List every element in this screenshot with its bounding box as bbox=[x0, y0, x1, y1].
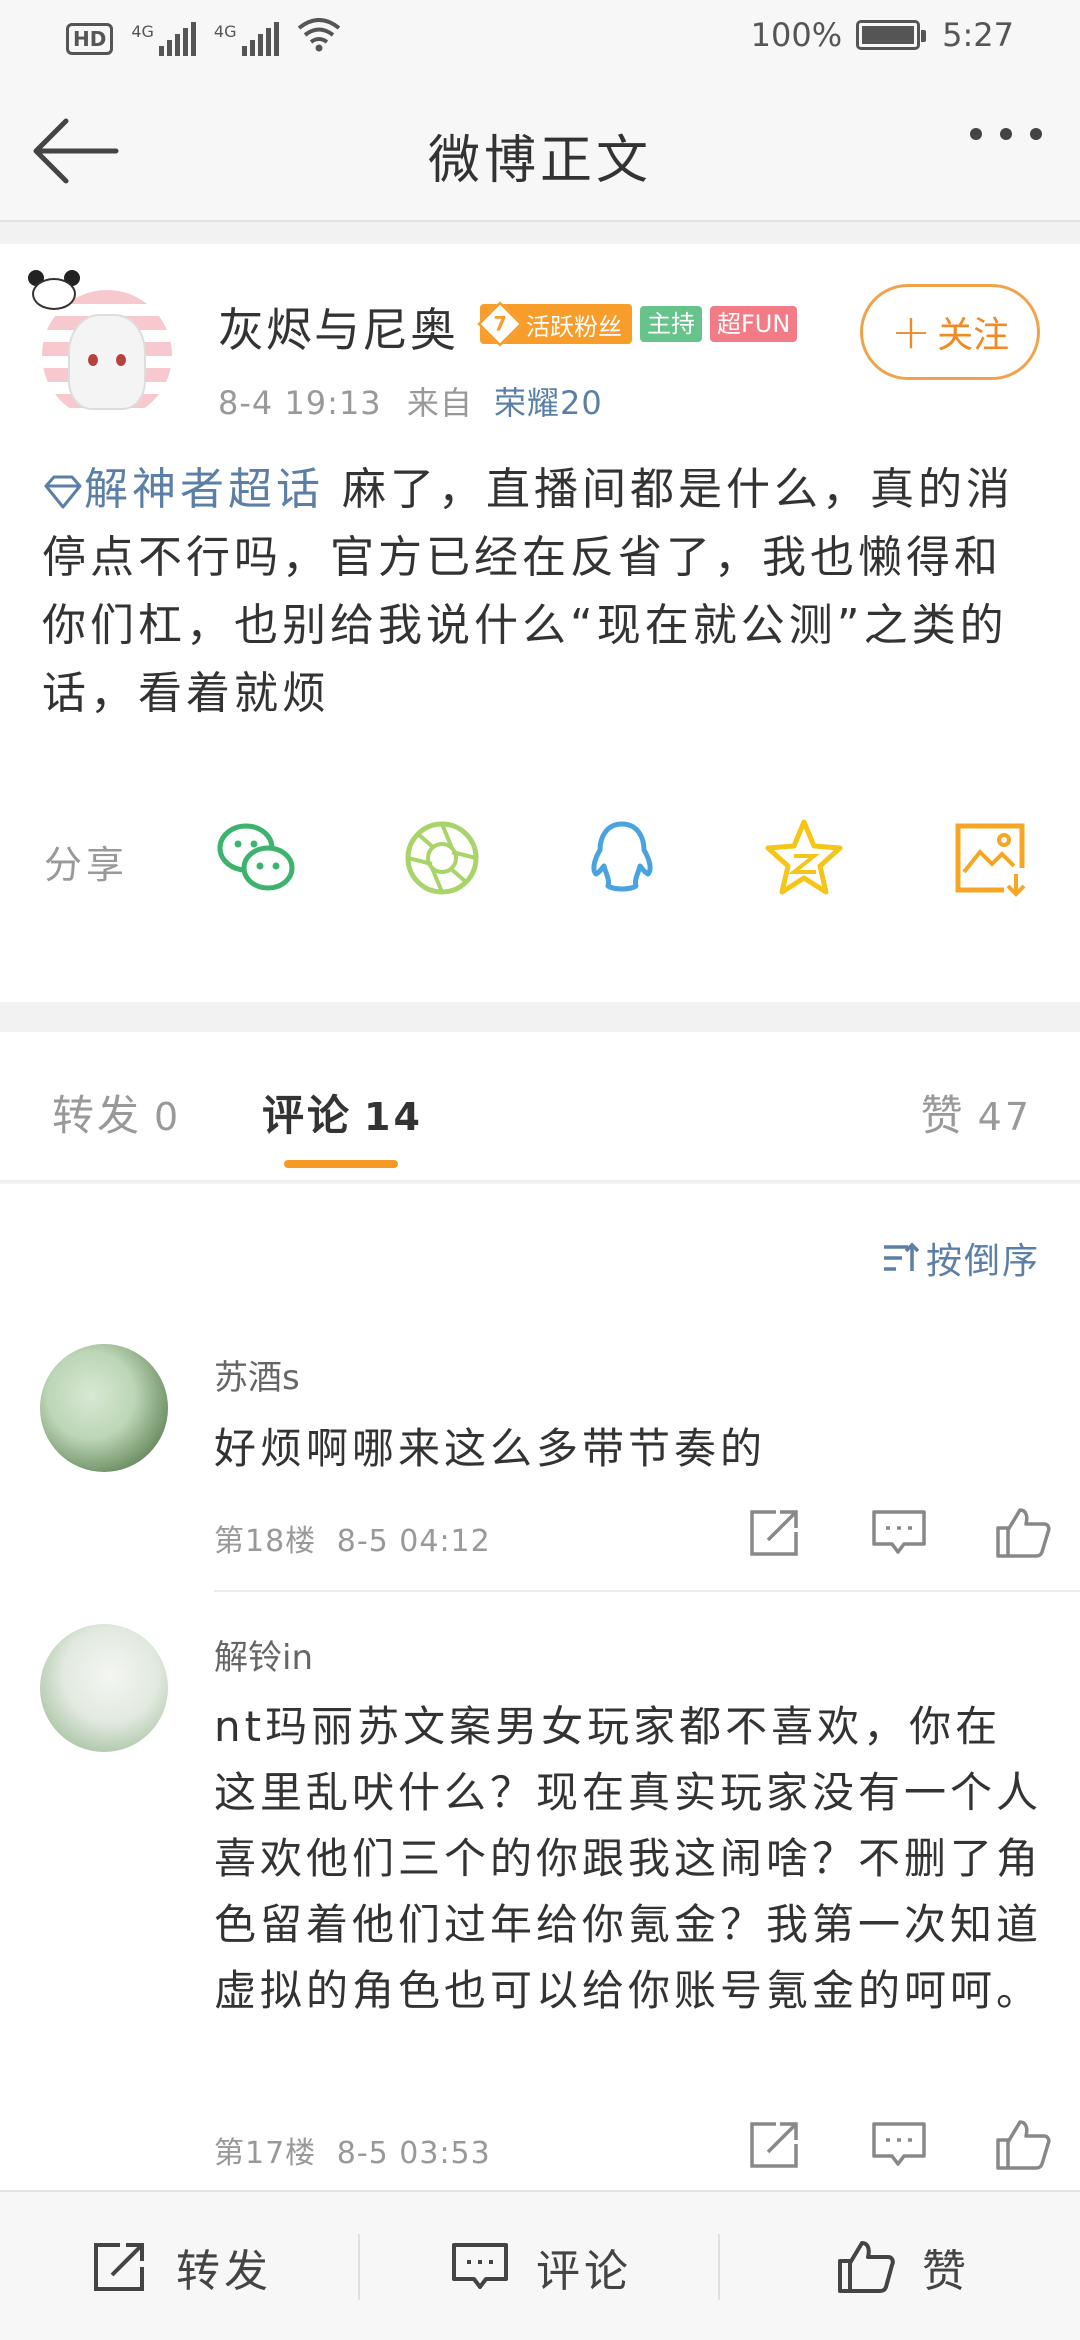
status-bar: HD 4G 4G 100% 5:27 bbox=[0, 0, 1080, 76]
save-image-icon[interactable] bbox=[948, 816, 1032, 900]
comment-icon[interactable] bbox=[870, 1506, 928, 1560]
commenter-avatar[interactable] bbox=[40, 1344, 168, 1472]
comment-meta: 第17楼 8-5 03:53 bbox=[214, 2136, 491, 2171]
bottom-action-bar: 转发 评论 赞 bbox=[0, 2190, 1080, 2340]
status-left: HD 4G 4G bbox=[66, 18, 341, 60]
fan-level-badge[interactable]: 7 活跃粉丝 bbox=[477, 301, 632, 347]
nav-bar: 微博正文 bbox=[0, 76, 1080, 222]
tab-comment[interactable]: 评论 14 bbox=[262, 1082, 423, 1143]
more-button[interactable] bbox=[970, 128, 1042, 140]
sort-button[interactable]: 按倒序 bbox=[882, 1232, 1040, 1284]
like-icon[interactable] bbox=[994, 2118, 1052, 2172]
comment-actions bbox=[746, 2118, 1052, 2172]
bottom-separator bbox=[718, 2234, 720, 2300]
diamond-icon bbox=[44, 475, 82, 509]
active-tab-indicator bbox=[284, 1160, 398, 1168]
from-label: 来自 bbox=[406, 384, 473, 422]
post-content: 解神者超话 麻了，直播间都是什么，真的消停点不行吗，官方已经在反省了，我也懒得和… bbox=[42, 456, 1042, 728]
repost-icon[interactable] bbox=[746, 2118, 804, 2172]
page-title: 微博正文 bbox=[427, 131, 652, 191]
like-icon bbox=[838, 2241, 895, 2293]
post-card: 灰烬与尼奥 7 活跃粉丝 主持 超FUN 8-4 19:13 来自 荣耀20 +… bbox=[0, 244, 1080, 1002]
hd-badge: HD bbox=[66, 23, 114, 55]
bottom-repost-button[interactable]: 转发 bbox=[90, 2192, 272, 2340]
bottom-like-button[interactable]: 赞 bbox=[836, 2192, 970, 2340]
more-dots-icon bbox=[970, 128, 982, 140]
comment-icon[interactable] bbox=[870, 2118, 928, 2172]
tab-like[interactable]: 赞 47 bbox=[921, 1082, 1032, 1143]
bottom-comment-button[interactable]: 评论 bbox=[450, 2192, 632, 2340]
repost-icon[interactable] bbox=[746, 1506, 804, 1560]
wifi-icon bbox=[297, 18, 341, 60]
post-source[interactable]: 荣耀20 bbox=[494, 384, 603, 422]
topic-link[interactable]: 解神者超话 bbox=[42, 464, 324, 515]
comment-actions bbox=[746, 1506, 1052, 1560]
post-date: 8-4 19:13 bbox=[218, 384, 382, 422]
post-meta: 8-4 19:13 来自 荣耀20 bbox=[218, 378, 603, 424]
host-badge[interactable]: 主持 bbox=[640, 306, 702, 342]
battery-percent: 100% bbox=[750, 16, 843, 54]
qq-icon[interactable] bbox=[580, 816, 664, 900]
like-icon[interactable] bbox=[994, 1506, 1052, 1560]
panda-pendant-icon bbox=[28, 270, 80, 310]
interaction-tabs: 转发 0 评论 14 赞 47 bbox=[0, 1032, 1080, 1182]
comment-list: 按倒序 苏酒s 好烦啊哪来这么多带节奏的 第18楼 8-5 04:12 解铃in… bbox=[0, 1184, 1080, 2190]
comment-text: 好烦啊哪来这么多带节奏的 bbox=[214, 1424, 767, 1473]
commenter-name[interactable]: 解铃in bbox=[214, 1630, 313, 1679]
super-fun-badge[interactable]: 超FUN bbox=[710, 306, 798, 342]
comment-icon bbox=[452, 2243, 508, 2289]
moments-icon[interactable] bbox=[400, 816, 484, 900]
signal-icon: 4G bbox=[131, 22, 196, 56]
comment-divider bbox=[214, 1590, 1080, 1592]
comment-text: nt玛丽苏文案男女玩家都不喜欢，你在这里乱吠什么？现在真实玩家没有一个人喜欢他们… bbox=[214, 1702, 1043, 2015]
comment-meta: 第18楼 8-5 04:12 bbox=[214, 1524, 491, 1559]
commenter-name[interactable]: 苏酒s bbox=[214, 1350, 300, 1399]
author-name[interactable]: 灰烬与尼奥 bbox=[218, 294, 458, 360]
commenter-avatar[interactable] bbox=[40, 1624, 168, 1752]
repost-icon bbox=[94, 2243, 144, 2291]
clock: 5:27 bbox=[942, 16, 1014, 54]
bottom-separator bbox=[358, 2234, 360, 2300]
wechat-icon[interactable] bbox=[214, 816, 298, 900]
share-row: 分享 bbox=[0, 804, 1080, 914]
tab-repost[interactable]: 转发 0 bbox=[52, 1082, 181, 1143]
author-badges: 7 活跃粉丝 主持 超FUN bbox=[477, 301, 798, 347]
status-right: 100% 5:27 bbox=[751, 16, 1014, 54]
share-label: 分享 bbox=[44, 843, 129, 887]
plus-icon: + bbox=[890, 304, 932, 360]
signal-icon: 4G bbox=[214, 22, 279, 56]
battery-icon bbox=[856, 20, 927, 50]
follow-button[interactable]: + 关注 bbox=[860, 284, 1040, 380]
qzone-icon[interactable] bbox=[762, 816, 846, 900]
sort-icon bbox=[883, 1242, 920, 1271]
